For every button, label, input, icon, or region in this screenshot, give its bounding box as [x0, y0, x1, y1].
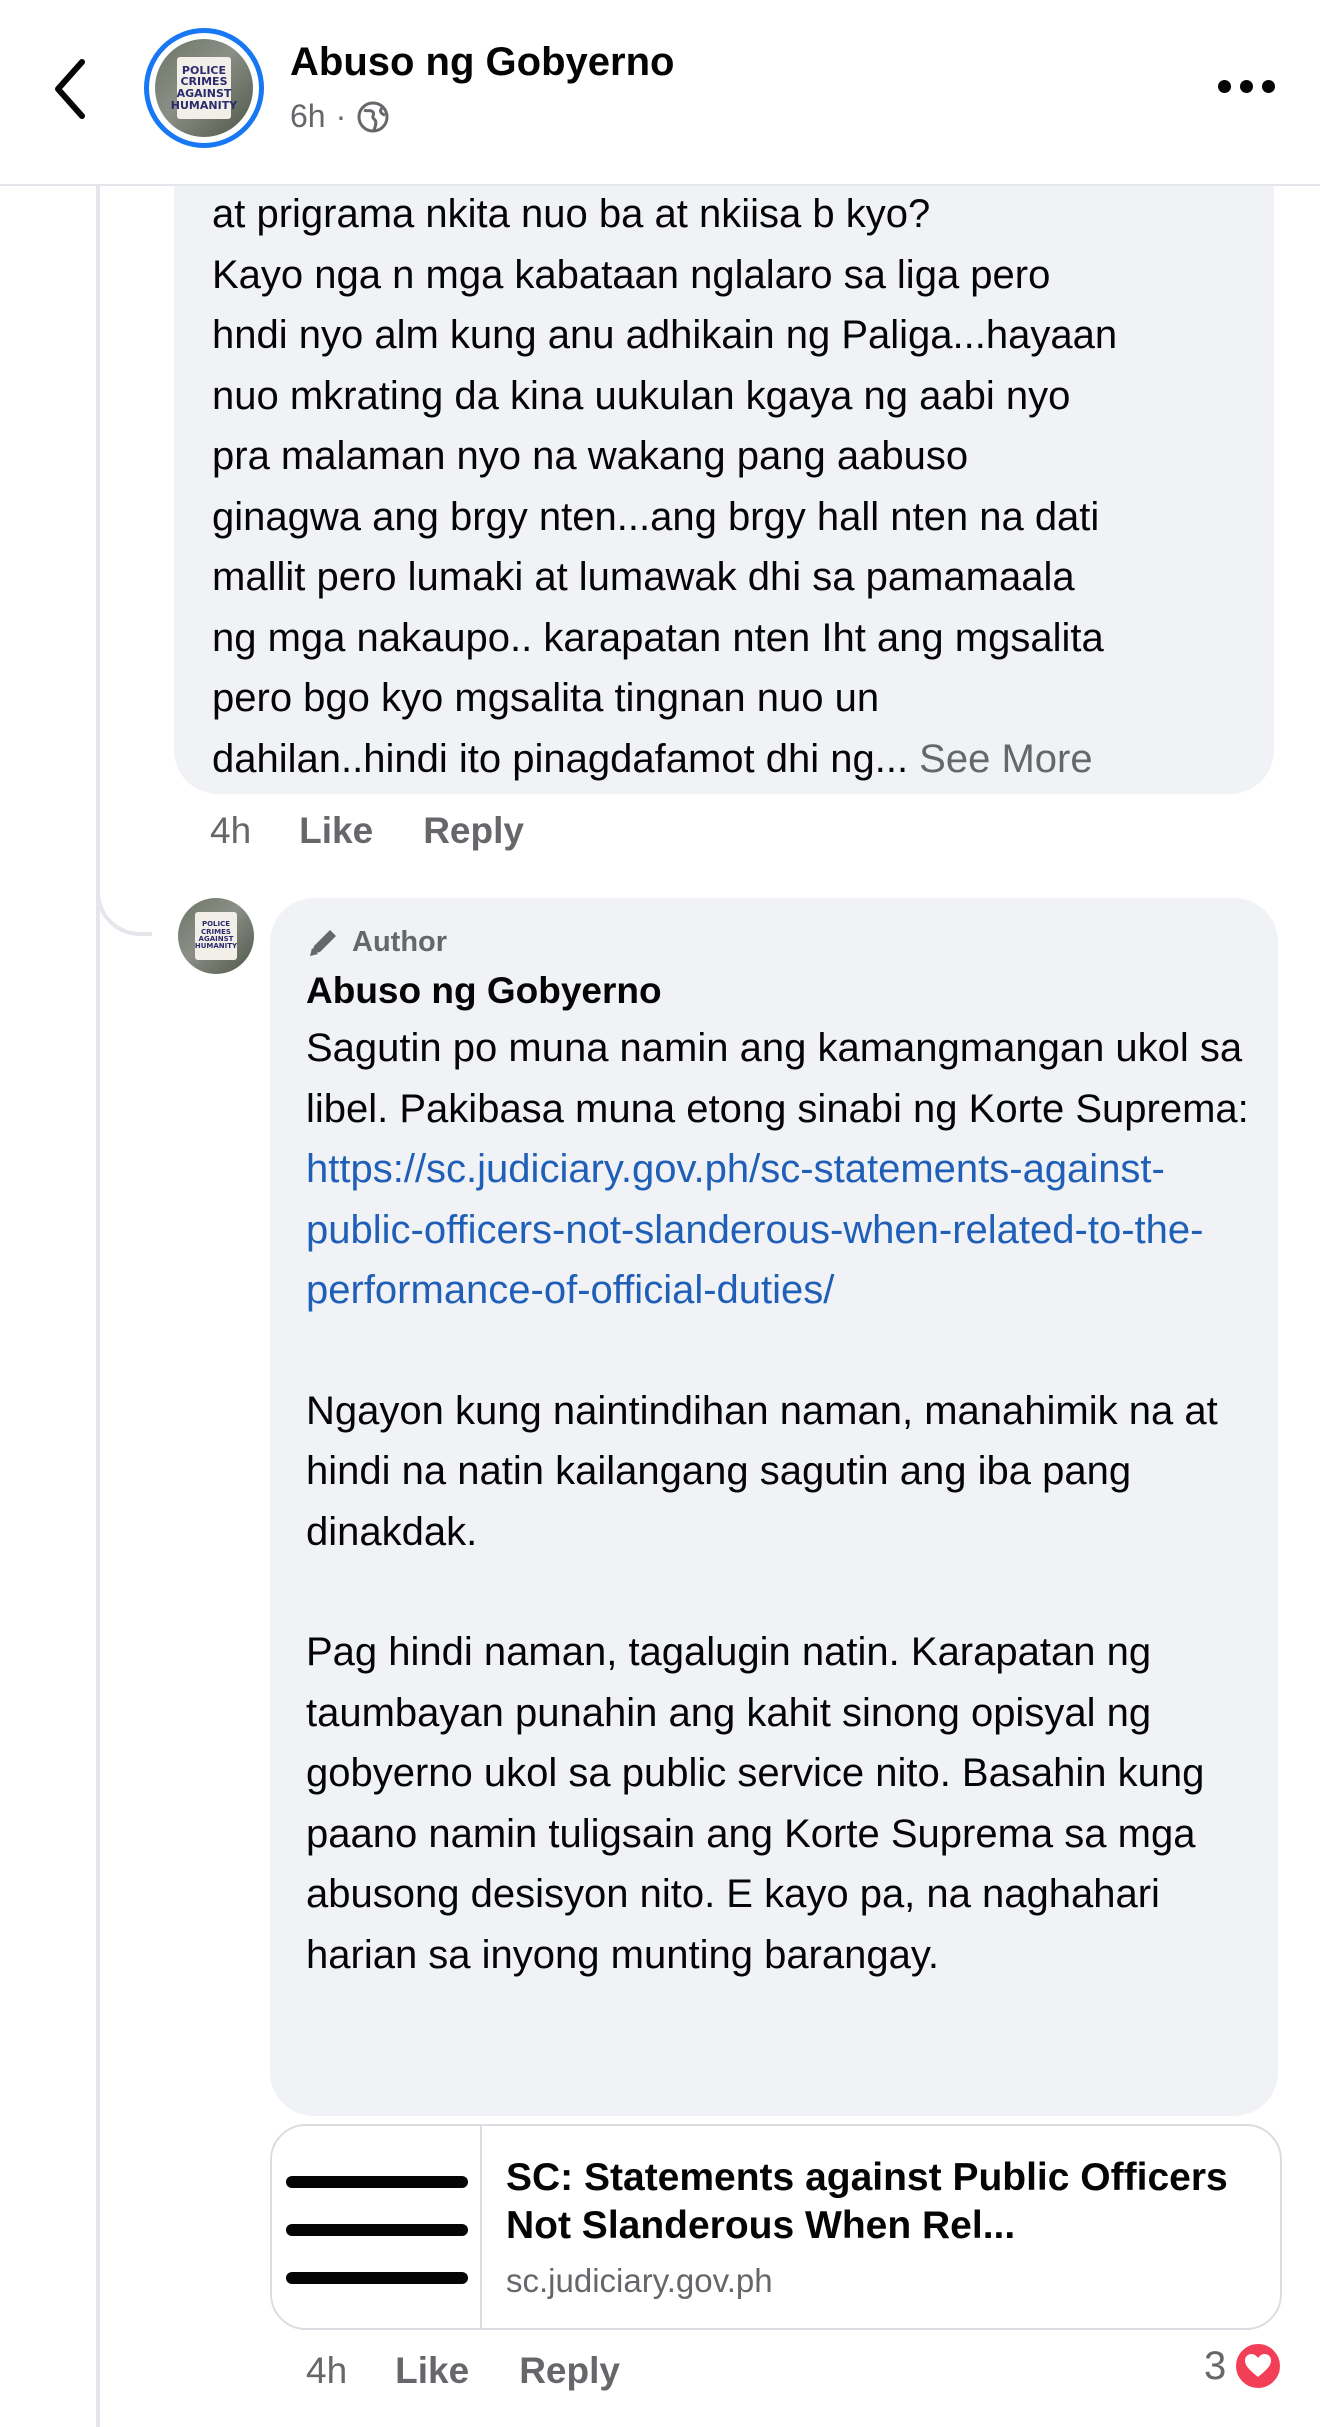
chevron-left-icon — [55, 59, 85, 119]
thread-connector — [96, 860, 152, 936]
sc-link[interactable]: https://sc.judiciary.gov.ph/sc-statement… — [306, 1147, 1203, 1312]
author-badge-label: Author — [352, 925, 448, 958]
link-preview-domain: sc.judiciary.gov.ph — [506, 2262, 773, 2299]
reply-avatar[interactable]: POLICE CRIMES AGAINST HUMANITY — [178, 898, 254, 974]
dot-icon — [1218, 80, 1231, 93]
pencil-icon — [310, 930, 336, 956]
back-button[interactable] — [46, 54, 96, 124]
reply-text: Sagutin po muna namin ang kamangmangan u… — [306, 1018, 1266, 1985]
post-meta: 6h · — [290, 98, 390, 135]
meta-separator: · — [335, 98, 347, 134]
reply-paragraph: Ngayon kung naintindihan naman, manahimi… — [306, 1388, 1218, 1554]
post-header: POLICE CRIMES AGAINST HUMANITY Abuso ng … — [0, 0, 1320, 186]
like-button[interactable]: Like — [395, 2350, 469, 2392]
reply-time[interactable]: 4h — [306, 2350, 347, 2392]
page-title[interactable]: Abuso ng Gobyerno — [290, 40, 674, 85]
thread-line — [96, 184, 100, 2427]
comment-time[interactable]: 4h — [210, 810, 251, 852]
comment-actions: 4h Like Reply — [210, 810, 524, 852]
reaction-summary[interactable]: 3 — [1204, 2340, 1285, 2392]
heart-icon — [1232, 2340, 1285, 2392]
post-time[interactable]: 6h — [290, 98, 326, 135]
page-avatar[interactable]: POLICE CRIMES AGAINST HUMANITY — [144, 28, 264, 148]
reply-paragraph: Pag hindi naman, tagalugin natin. Karapa… — [306, 1630, 1205, 1977]
link-preview-card[interactable]: SC: Statements against Public Officers N… — [270, 2124, 1282, 2330]
globe-icon — [357, 101, 389, 132]
reaction-count: 3 — [1204, 2343, 1227, 2388]
avatar-protest-sign: POLICE CRIMES AGAINST HUMANITY — [171, 56, 237, 120]
comment-bubble[interactable]: at prigrama nkita nuo ba at nkiisa b kyo… — [174, 184, 1274, 794]
reply-bubble[interactable]: Author Abuso ng Gobyerno Sagutin po muna… — [270, 898, 1278, 2116]
reply-button[interactable]: Reply — [423, 810, 524, 852]
comment-text: at prigrama nkita nuo ba at nkiisa b kyo… — [212, 192, 1118, 781]
reply-paragraph: Sagutin po muna namin ang kamangmangan u… — [306, 1026, 1249, 1312]
link-preview-title: SC: Statements against Public Officers N… — [506, 2156, 1228, 2247]
like-button[interactable]: Like — [299, 810, 373, 852]
author-badge: Author — [306, 924, 447, 960]
reply-author-name[interactable]: Abuso ng Gobyerno — [306, 970, 662, 1012]
reply-button[interactable]: Reply — [519, 2350, 620, 2392]
reply-actions: 4h Like Reply — [306, 2350, 620, 2392]
more-options-button[interactable] — [1218, 80, 1278, 100]
dot-icon — [1240, 80, 1253, 93]
dot-icon — [1262, 80, 1275, 93]
link-thumbnail — [272, 2126, 482, 2328]
avatar-protest-sign: POLICE CRIMES AGAINST HUMANITY — [194, 911, 238, 961]
see-more-link[interactable]: See More — [919, 737, 1092, 781]
